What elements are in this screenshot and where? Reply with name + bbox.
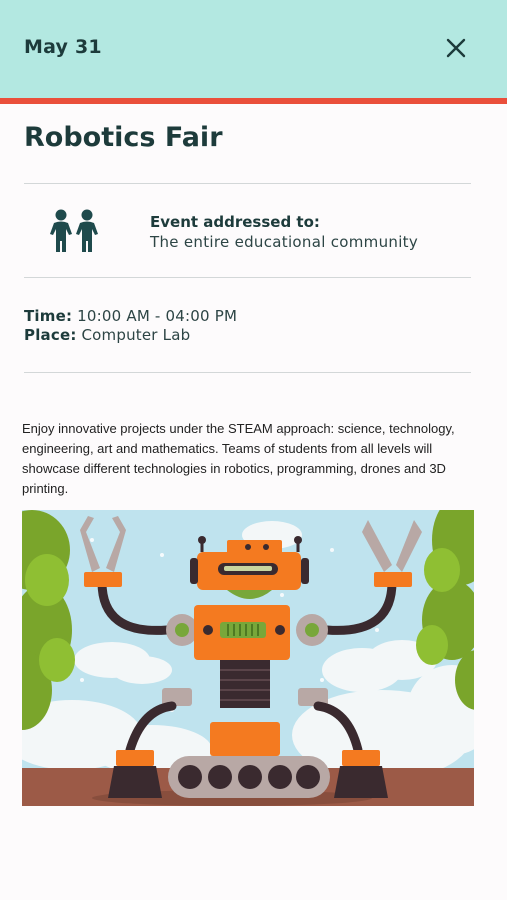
event-date: May 31 <box>24 36 102 58</box>
place-row: Place: Computer Lab <box>24 326 190 344</box>
divider <box>24 277 471 278</box>
audience-value: The entire educational community <box>150 233 419 251</box>
event-title: Robotics Fair <box>24 122 223 153</box>
divider <box>24 183 471 184</box>
divider <box>24 372 471 373</box>
children-icon <box>50 209 98 252</box>
place-value: Computer Lab <box>81 326 191 344</box>
event-description: Enjoy innovative projects under the STEA… <box>22 421 455 496</box>
time-label: Time: <box>24 307 73 325</box>
header-bar: May 31 <box>0 0 507 98</box>
close-icon[interactable] <box>444 36 468 60</box>
robot-illustration <box>22 510 474 806</box>
time-row: Time: 10:00 AM - 04:00 PM <box>24 307 237 325</box>
time-value: 10:00 AM - 04:00 PM <box>77 307 238 325</box>
place-label: Place: <box>24 326 77 344</box>
audience-label: Event addressed to: <box>150 213 320 231</box>
accent-bar <box>0 98 507 104</box>
